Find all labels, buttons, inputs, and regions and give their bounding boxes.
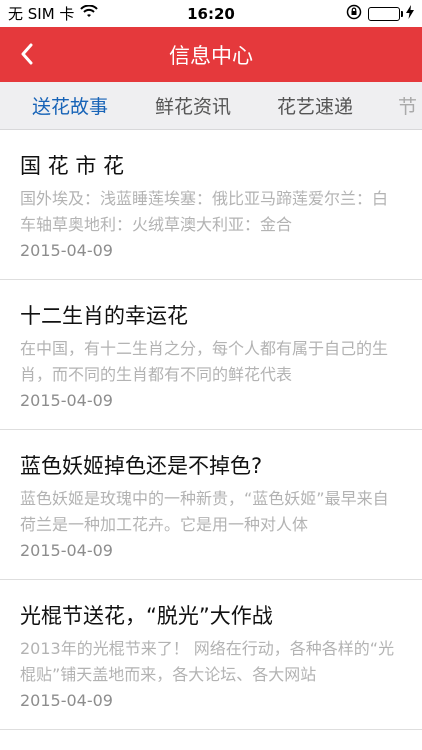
chevron-left-icon [21, 43, 33, 65]
list-item[interactable]: 蓝色妖姬掉色还是不掉色? 蓝色妖姬是玫瑰中的一种新贵，“蓝色妖姬”最早来自荷兰是… [0, 430, 422, 580]
article-date: 2015-04-09 [20, 391, 113, 410]
article-date: 2015-04-09 [20, 691, 113, 710]
article-summary: 2013年的光棍节来了！ 网络在行动，各种各样的“光棍贴”铺天盖地而来，各大论坛… [20, 639, 395, 684]
charging-icon [406, 4, 414, 23]
article-list: 国 花 市 花 国外埃及：浅蓝睡莲埃塞：俄比亚马蹄莲爱尔兰：白车轴草奥地利：火绒… [0, 130, 422, 730]
tab-festival[interactable]: 节 [398, 92, 417, 119]
article-summary: 国外埃及：浅蓝睡莲埃塞：俄比亚马蹄莲爱尔兰：白车轴草奥地利：火绒草澳大利亚：金合 [20, 189, 389, 234]
battery-icon [368, 6, 403, 21]
list-item[interactable]: 国 花 市 花 国外埃及：浅蓝睡莲埃塞：俄比亚马蹄莲爱尔兰：白车轴草奥地利：火绒… [0, 130, 422, 280]
wifi-icon [80, 4, 99, 23]
list-item[interactable]: 十二生肖的幸运花 在中国，有十二生肖之分，每个人都有属于自己的生肖，而不同的生肖… [0, 280, 422, 430]
navigation-bar: 信息中心 [0, 27, 422, 82]
page-title: 信息中心 [169, 43, 253, 68]
article-date: 2015-04-09 [20, 241, 113, 260]
back-button[interactable] [10, 36, 44, 72]
tab-floral-delivery[interactable]: 花艺速递 [277, 92, 353, 119]
article-title: 光棍节送花，“脱光”大作战 [20, 604, 273, 628]
article-title: 十二生肖的幸运花 [20, 304, 188, 328]
article-title: 蓝色妖姬掉色还是不掉色? [20, 454, 263, 478]
tab-flower-news[interactable]: 鲜花资讯 [155, 92, 231, 119]
carrier-label: 无 SIM 卡 [8, 5, 75, 23]
rotation-lock-icon [346, 4, 362, 24]
article-summary: 在中国，有十二生肖之分，每个人都有属于自己的生肖，而不同的生肖都有不同的鲜花代表 [20, 339, 389, 384]
category-tabs: 送花故事 鲜花资讯 花艺速递 节 [0, 82, 422, 130]
article-summary: 蓝色妖姬是玫瑰中的一种新贵，“蓝色妖姬”最早来自荷兰是一种加工花卉。它是用一种对… [20, 489, 389, 534]
status-bar: 无 SIM 卡 16:20 [0, 0, 422, 27]
list-item[interactable]: 光棍节送花，“脱光”大作战 2013年的光棍节来了！ 网络在行动，各种各样的“光… [0, 580, 422, 730]
tab-gift-stories[interactable]: 送花故事 [32, 92, 108, 119]
article-title: 国 花 市 花 [20, 154, 125, 178]
article-date: 2015-04-09 [20, 541, 113, 560]
